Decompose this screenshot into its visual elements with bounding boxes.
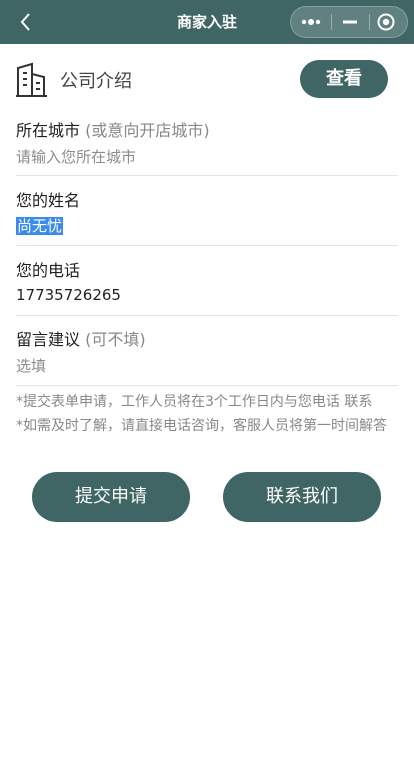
view-button[interactable]: 查看 [300,60,388,98]
name-input[interactable]: 尚无忧 [16,215,64,236]
phone-label: 您的电话 [16,261,81,280]
building-icon [16,62,48,98]
phone-field: 您的电话 17735726265 [16,246,398,316]
message-hint: (可不填) [85,330,146,349]
phone-input[interactable]: 17735726265 [16,286,121,304]
message-input[interactable]: 选填 [16,355,46,376]
chevron-left-icon[interactable] [14,10,38,34]
message-label-text: 留言建议 [16,330,81,349]
city-field: 所在城市 (或意向开店城市) 请输入您所在城市 [16,114,398,176]
city-label-text: 所在城市 [16,121,81,140]
note-line-2: *如需及时了解，请直接电话咨询，客服人员将第一时间解答 [16,418,387,434]
note-line-1: *提交表单申请，工作人员将在3个工作日内与您电话 联系 [16,394,373,410]
city-hint: (或意向开店城市) [85,121,210,140]
message-field: 留言建议 (可不填) 选填 [16,316,398,386]
city-input[interactable]: 请输入您所在城市 [16,146,136,167]
company-intro-row: 公司介绍 查看 [0,44,414,114]
target-circle-icon[interactable] [369,7,407,37]
more-dots-icon[interactable] [291,7,331,37]
message-label: 留言建议 (可不填) [16,326,146,350]
notes: *提交表单申请，工作人员将在3个工作日内与您电话 联系 *如需及时了解，请直接电… [16,392,400,436]
submit-button[interactable]: 提交申请 [32,472,190,522]
city-label: 所在城市 (或意向开店城市) [16,117,210,141]
name-value: 尚无忧 [16,217,64,235]
minimize-icon[interactable] [331,7,369,37]
name-field: 您的姓名 尚无忧 [16,176,398,246]
contact-us-button[interactable]: 联系我们 [223,472,381,522]
name-label: 您的姓名 [16,191,81,210]
nav-bar: 商家入驻 [0,0,414,44]
mini-program-capsule [290,6,408,38]
company-intro-label: 公司介绍 [60,71,132,92]
